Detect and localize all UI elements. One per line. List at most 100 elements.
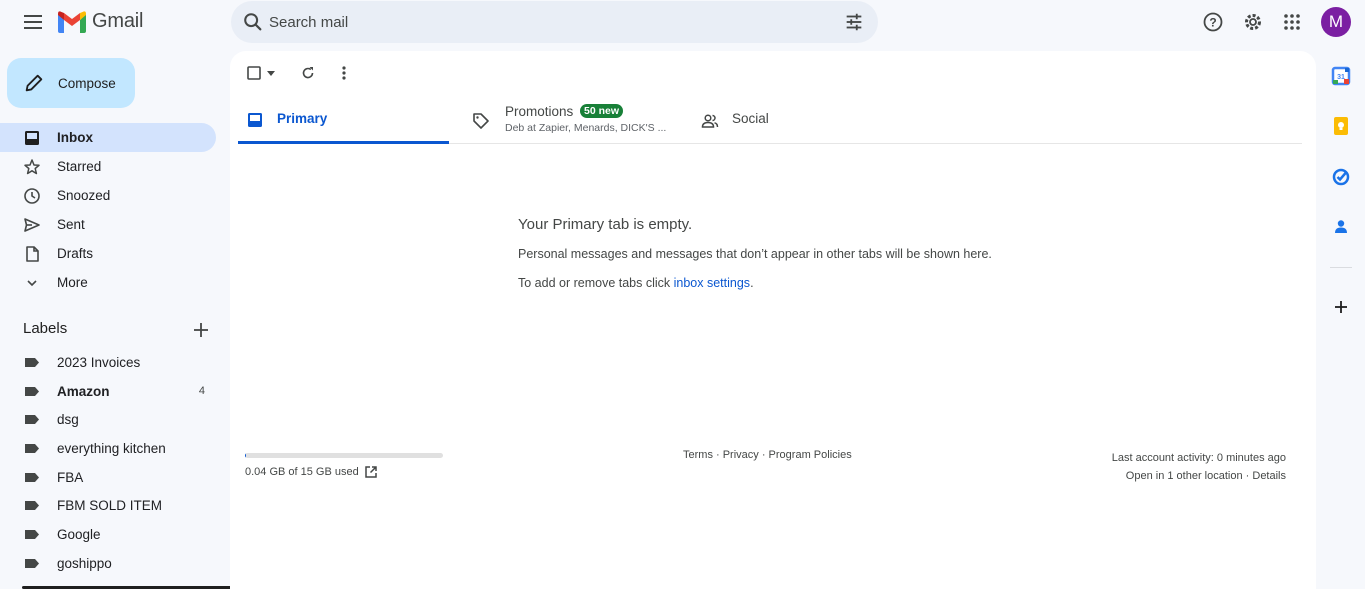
label-item[interactable]: everything kitchen	[0, 434, 216, 463]
search-input[interactable]	[269, 9, 829, 35]
label-item[interactable]: Google	[0, 520, 216, 549]
tab-primary[interactable]: Primary	[238, 97, 449, 144]
label-item[interactable]: Amazon 4	[0, 377, 216, 406]
clock-icon	[24, 188, 40, 204]
footer-links[interactable]: Terms · Privacy · Program Policies	[683, 449, 852, 461]
label-name: FBM SOLD ITEM	[57, 498, 163, 514]
sidebar-item-label: Drafts	[57, 246, 94, 261]
new-count-badge: 50 new	[580, 104, 624, 118]
label-name: goshippo	[57, 555, 112, 571]
label-item[interactable]: FBM SOLD ITEM	[0, 491, 216, 520]
refresh-icon[interactable]	[298, 63, 318, 83]
sidebar-item-label: Inbox	[57, 130, 93, 145]
inbox-icon	[248, 113, 262, 127]
search-icon[interactable]	[242, 11, 264, 33]
category-tabs: Primary Promotions 50 new Deb at Zapier,…	[238, 97, 1302, 144]
sidebar-nav: Inbox Starred Snoozed Sent Drafts More	[0, 123, 230, 297]
label-item[interactable]: FBA	[0, 463, 216, 492]
apps-grid-icon[interactable]	[1280, 10, 1304, 34]
empty-state-hint: To add or remove tabs click inbox settin…	[518, 276, 1078, 290]
list-toolbar	[244, 63, 354, 83]
last-activity-text: Last account activity: 0 minutes ago	[1111, 452, 1286, 464]
send-icon	[24, 218, 40, 232]
top-bar: Gmail ? M	[0, 0, 1365, 44]
app-name: Gmail	[92, 10, 144, 32]
sidebar-item-snoozed[interactable]: Snoozed	[0, 181, 216, 210]
inbox-settings-link[interactable]: inbox settings	[674, 276, 750, 290]
label-name: FBA	[57, 469, 84, 485]
other-location-text[interactable]: Open in 1 other location · Details	[1112, 467, 1286, 485]
label-name: everything kitchen	[57, 440, 166, 456]
empty-state-title: Your Primary tab is empty.	[518, 216, 693, 233]
label-name: dsg	[57, 412, 79, 428]
svg-text:31: 31	[1337, 74, 1345, 81]
unread-count: 4	[198, 385, 205, 398]
sidebar-item-label: More	[57, 275, 88, 290]
inbox-icon	[25, 131, 39, 145]
labels-title: Labels	[23, 320, 68, 337]
label-tag-icon	[25, 444, 39, 454]
keep-icon[interactable]	[1331, 116, 1351, 136]
label-name: Google	[57, 526, 101, 542]
label-tag-icon	[25, 472, 39, 482]
settings-gear-icon[interactable]	[1241, 10, 1265, 34]
empty-state: Your Primary tab is empty. Personal mess…	[518, 216, 1078, 290]
sidebar-item-sent[interactable]: Sent	[0, 210, 216, 239]
labels-header: Labels	[23, 320, 213, 340]
tab-label: Primary	[277, 111, 328, 126]
contacts-icon[interactable]	[1331, 217, 1351, 237]
help-icon[interactable]: ?	[1201, 10, 1225, 34]
label-tag-icon	[25, 501, 39, 511]
sidebar-item-inbox[interactable]: Inbox	[0, 123, 216, 152]
select-all-checkbox[interactable]	[244, 63, 264, 83]
tag-icon	[473, 113, 489, 129]
main-menu-icon[interactable]	[21, 10, 45, 34]
people-icon	[701, 114, 719, 128]
star-icon	[24, 159, 40, 175]
sidebar-item-more[interactable]: More	[0, 268, 216, 297]
tab-social[interactable]: Social	[693, 97, 904, 144]
open-in-new-icon[interactable]	[364, 465, 378, 479]
gmail-logo[interactable]: Gmail	[58, 10, 143, 33]
svg-text:?: ?	[1209, 16, 1216, 30]
sidebar-item-label: Snoozed	[57, 188, 111, 203]
search-options-icon[interactable]	[843, 11, 865, 33]
pencil-icon	[25, 74, 43, 92]
more-options-icon[interactable]	[334, 63, 354, 83]
tasks-icon[interactable]	[1331, 167, 1351, 187]
sidebar-item-label: Sent	[57, 217, 85, 232]
main-panel: Primary Promotions 50 new Deb at Zapier,…	[230, 51, 1316, 589]
calendar-icon[interactable]: 31	[1331, 66, 1351, 86]
tab-promotions[interactable]: Promotions 50 new Deb at Zapier, Menards…	[464, 97, 679, 144]
chevron-down-icon	[27, 280, 37, 287]
gmail-m-icon	[58, 10, 86, 33]
label-item[interactable]: 2023 Invoices	[0, 348, 216, 377]
storage-fill	[245, 453, 246, 458]
side-panel: 31	[1316, 51, 1365, 589]
account-activity: Last account activity: 0 minutes ago Ope…	[1112, 449, 1286, 485]
tab-label: Promotions	[505, 104, 574, 119]
draft-icon	[26, 246, 39, 262]
empty-state-text: Personal messages and messages that don’…	[518, 247, 992, 261]
hint-text: To add or remove tabs click	[518, 276, 674, 290]
label-tag-icon	[25, 386, 39, 396]
account-avatar[interactable]: M	[1321, 7, 1351, 37]
tab-label: Social	[732, 111, 769, 126]
side-panel-divider	[1330, 267, 1352, 268]
sidebar-item-starred[interactable]: Starred	[0, 152, 216, 181]
compose-label: Compose	[58, 75, 116, 91]
tab-senders-preview: Deb at Zapier, Menards, DICK'S ...	[505, 122, 667, 134]
compose-button[interactable]: Compose	[7, 58, 135, 108]
select-dropdown-icon[interactable]	[264, 63, 278, 83]
sidebar-item-drafts[interactable]: Drafts	[0, 239, 216, 268]
sidebar-item-label: Starred	[57, 159, 102, 174]
label-name: 2023 Invoices	[57, 354, 141, 370]
label-item[interactable]: goshippo	[0, 549, 216, 578]
storage-bar	[245, 453, 443, 458]
add-label-icon[interactable]	[191, 320, 211, 340]
label-name: Amazon	[57, 383, 110, 399]
storage-text: 0.04 GB of 15 GB used	[245, 466, 359, 478]
add-addon-icon[interactable]	[1331, 297, 1351, 317]
search-bar[interactable]	[231, 1, 878, 43]
label-item[interactable]: dsg	[0, 405, 216, 434]
